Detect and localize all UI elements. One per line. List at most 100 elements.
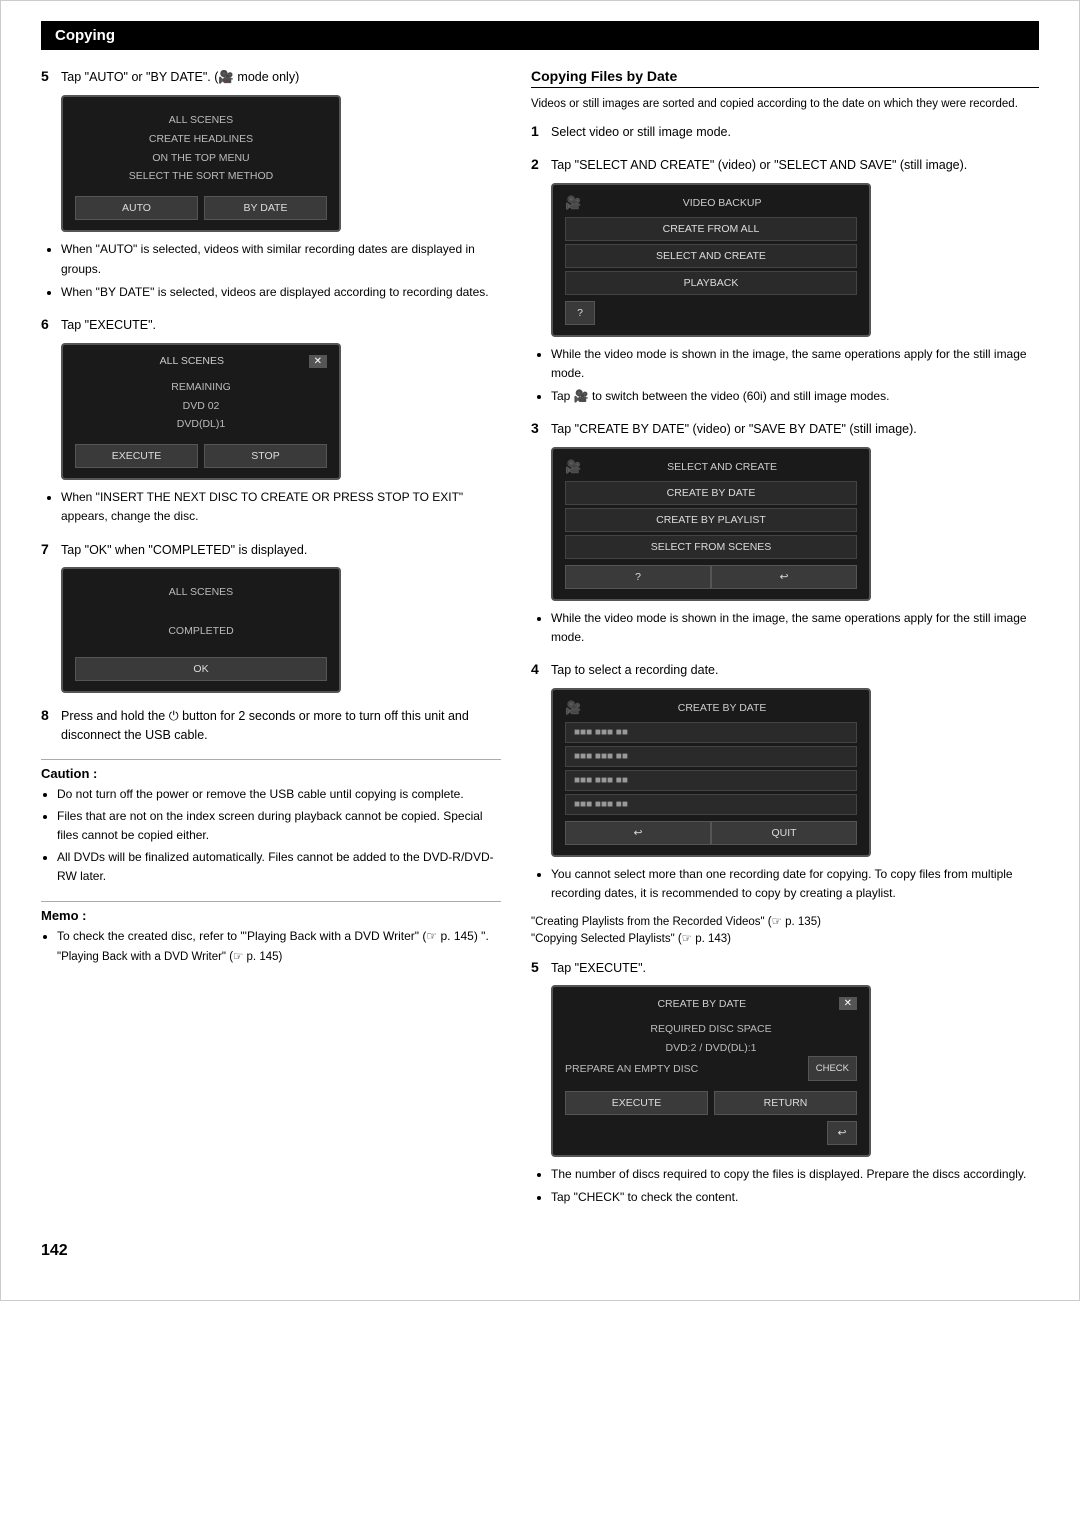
screen-video-icon-bar: 🎥 VIDEO BACKUP: [565, 195, 857, 211]
step-6-left: 6 Tap "EXECUTE". ALL SCENES ✕ REMAINING …: [41, 316, 501, 527]
step-5-text: Tap "AUTO" or "BY DATE". (🎥 mode only): [61, 68, 299, 87]
memo-list: To check the created disc, refer to "'Pl…: [57, 927, 501, 946]
step-2-right-number: 2: [531, 156, 545, 172]
select-from-scenes-btn[interactable]: SELECT FROM SCENES: [565, 535, 857, 559]
select-and-create-btn[interactable]: SELECT AND CREATE: [565, 244, 857, 268]
step-1-right-number: 1: [531, 123, 545, 139]
back-btn-container: ↩: [565, 1121, 857, 1145]
step-5-bullet-2: Tap "CHECK" to check the content.: [551, 1188, 1039, 1207]
step-5-left: 5 Tap "AUTO" or "BY DATE". (🎥 mode only)…: [41, 68, 501, 302]
bullet-auto: When "AUTO" is selected, videos with sim…: [61, 240, 501, 278]
step-7-number: 7: [41, 541, 55, 557]
section-title-copying-files: Copying Files by Date: [531, 68, 1039, 88]
step-5-right-number: 5: [531, 959, 545, 975]
screen-disc-space-content: REQUIRED DISC SPACE DVD:2 / DVD(DL):1 PR…: [565, 1016, 857, 1085]
memo-box: Memo : To check the created disc, refer …: [41, 901, 501, 963]
step-5-right-bullets: The number of discs required to copy the…: [551, 1165, 1039, 1207]
page-title: Copying: [55, 27, 115, 44]
back-btn-1[interactable]: ↩: [711, 565, 857, 589]
quit-btn[interactable]: QUIT: [711, 821, 857, 845]
step-3-right-bullets: While the video mode is shown in the ima…: [551, 609, 1039, 647]
check-button[interactable]: CHECK: [808, 1056, 857, 1081]
question-btn-1[interactable]: ?: [565, 301, 595, 325]
page-number: 142: [41, 1242, 1039, 1260]
step-1-right-header: 1 Select video or still image mode.: [531, 123, 1039, 142]
step-4-right-header: 4 Tap to select a recording date.: [531, 661, 1039, 680]
screen-execute-content: REMAINING DVD 02 DVD(DL)1: [75, 374, 327, 439]
section-intro: Videos or still images are sorted and co…: [531, 96, 1039, 113]
step-3-right: 3 Tap "CREATE BY DATE" (video) or "SAVE …: [531, 420, 1039, 647]
step-5-right: 5 Tap "EXECUTE". CREATE BY DATE ✕ REQUIR…: [531, 959, 1039, 1208]
screen-execute-header: ALL SCENES ✕: [75, 355, 327, 368]
screen-execute-title: ALL SCENES: [75, 355, 309, 367]
step-4-right-text: Tap to select a recording date.: [551, 661, 718, 680]
memo-link: "Playing Back with a DVD Writer" (☞ p. 1…: [57, 949, 501, 963]
date-row-1[interactable]: ■■■ ■■■ ■■: [565, 722, 857, 743]
screen-create-by-date-icon-bar: 🎥 CREATE BY DATE: [565, 700, 857, 716]
playback-btn[interactable]: PLAYBACK: [565, 271, 857, 295]
step-5-right-text: Tap "EXECUTE".: [551, 959, 646, 978]
bydate-button[interactable]: BY DATE: [204, 196, 327, 220]
step-2-right-text: Tap "SELECT AND CREATE" (video) or "SELE…: [551, 156, 967, 175]
caution-item-1: Do not turn off the power or remove the …: [57, 785, 501, 804]
execute-stop-buttons: EXECUTE STOP: [75, 444, 327, 468]
screen-create-by-date-footer: ↩ QUIT: [565, 821, 857, 845]
ok-button-container: OK: [75, 657, 327, 681]
step-5-header: 5 Tap "AUTO" or "BY DATE". (🎥 mode only): [41, 68, 501, 87]
ok-button[interactable]: OK: [75, 657, 327, 681]
two-column-layout: 5 Tap "AUTO" or "BY DATE". (🎥 mode only)…: [41, 68, 1039, 1222]
video-backup-title: VIDEO BACKUP: [587, 197, 857, 209]
step-5-bullets: When "AUTO" is selected, videos with sim…: [61, 240, 501, 302]
right-column: Copying Files by Date Videos or still im…: [531, 68, 1039, 1222]
step-8-number: 8: [41, 707, 55, 723]
step-8-header: 8 Press and hold the ⏻ button for 2 seco…: [41, 707, 501, 745]
step-3-right-number: 3: [531, 420, 545, 436]
execute-button[interactable]: EXECUTE: [75, 444, 198, 468]
back-btn-2[interactable]: ↩: [565, 821, 711, 845]
step-7-header: 7 Tap "OK" when "COMPLETED" is displayed…: [41, 541, 501, 560]
screen-select-create-footer: ? ↩: [565, 565, 857, 589]
create-by-date-btn[interactable]: CREATE BY DATE: [565, 481, 857, 505]
screen-disc-space-close[interactable]: ✕: [839, 997, 857, 1010]
screen-video-backup: 🎥 VIDEO BACKUP CREATE FROM ALL SELECT AN…: [551, 183, 871, 337]
back-btn-3[interactable]: ↩: [827, 1121, 857, 1145]
caution-title: Caution :: [41, 766, 501, 781]
stop-button[interactable]: STOP: [204, 444, 327, 468]
caution-list: Do not turn off the power or remove the …: [57, 785, 501, 887]
prepare-disc-row: PREPARE AN EMPTY DISC CHECK: [565, 1058, 857, 1081]
step-5-number: 5: [41, 68, 55, 84]
screen-execute-close[interactable]: ✕: [309, 355, 327, 368]
step-8-left: 8 Press and hold the ⏻ button for 2 seco…: [41, 707, 501, 745]
page-header: Copying: [41, 21, 1039, 50]
return-btn[interactable]: RETURN: [714, 1091, 857, 1115]
cam-icon-select-create: 🎥: [565, 459, 581, 475]
step-5-bullet-1: The number of discs required to copy the…: [551, 1165, 1039, 1184]
bullet-video-mode-2: Tap 🎥 to switch between the video (60i) …: [551, 387, 1039, 406]
step-4-note-list: You cannot select more than one recordin…: [551, 865, 1039, 903]
step-4-right: 4 Tap to select a recording date. 🎥 CREA…: [531, 661, 1039, 944]
screen-auto-bydate: ALL SCENES CREATE HEADLINES ON THE TOP M…: [61, 95, 341, 233]
screen-select-create-icon-bar: 🎥 SELECT AND CREATE: [565, 459, 857, 475]
screen-completed-text: COMPLETED: [75, 606, 327, 657]
execute-return-buttons: EXECUTE RETURN: [565, 1091, 857, 1115]
screen-disc-space-header: CREATE BY DATE ✕: [565, 997, 857, 1010]
date-row-2[interactable]: ■■■ ■■■ ■■: [565, 746, 857, 767]
create-from-all-btn[interactable]: CREATE FROM ALL: [565, 217, 857, 241]
bullet-bydate: When "BY DATE" is selected, videos are d…: [61, 283, 501, 302]
screen-execute-disc-space: CREATE BY DATE ✕ REQUIRED DISC SPACE DVD…: [551, 985, 871, 1157]
step-4-link-2: "Copying Selected Playlists" (☞ p. 143): [531, 931, 1039, 945]
execute-btn-2[interactable]: EXECUTE: [565, 1091, 708, 1115]
auto-button[interactable]: AUTO: [75, 196, 198, 220]
auto-bydate-buttons: AUTO BY DATE: [75, 196, 327, 220]
cam-icon-create-by-date: 🎥: [565, 700, 581, 716]
screen-disc-space-title: CREATE BY DATE: [565, 998, 839, 1010]
create-by-playlist-btn[interactable]: CREATE BY PLAYLIST: [565, 508, 857, 532]
date-row-4[interactable]: ■■■ ■■■ ■■: [565, 794, 857, 815]
step-1-right-text: Select video or still image mode.: [551, 123, 731, 142]
bullet-video-mode-1: While the video mode is shown in the ima…: [551, 345, 1039, 383]
caution-box: Caution : Do not turn off the power or r…: [41, 759, 501, 887]
question-btn-2[interactable]: ?: [565, 565, 711, 589]
step-4-link-1: "Creating Playlists from the Recorded Vi…: [531, 914, 1039, 928]
date-row-3[interactable]: ■■■ ■■■ ■■: [565, 770, 857, 791]
step-4-right-number: 4: [531, 661, 545, 677]
